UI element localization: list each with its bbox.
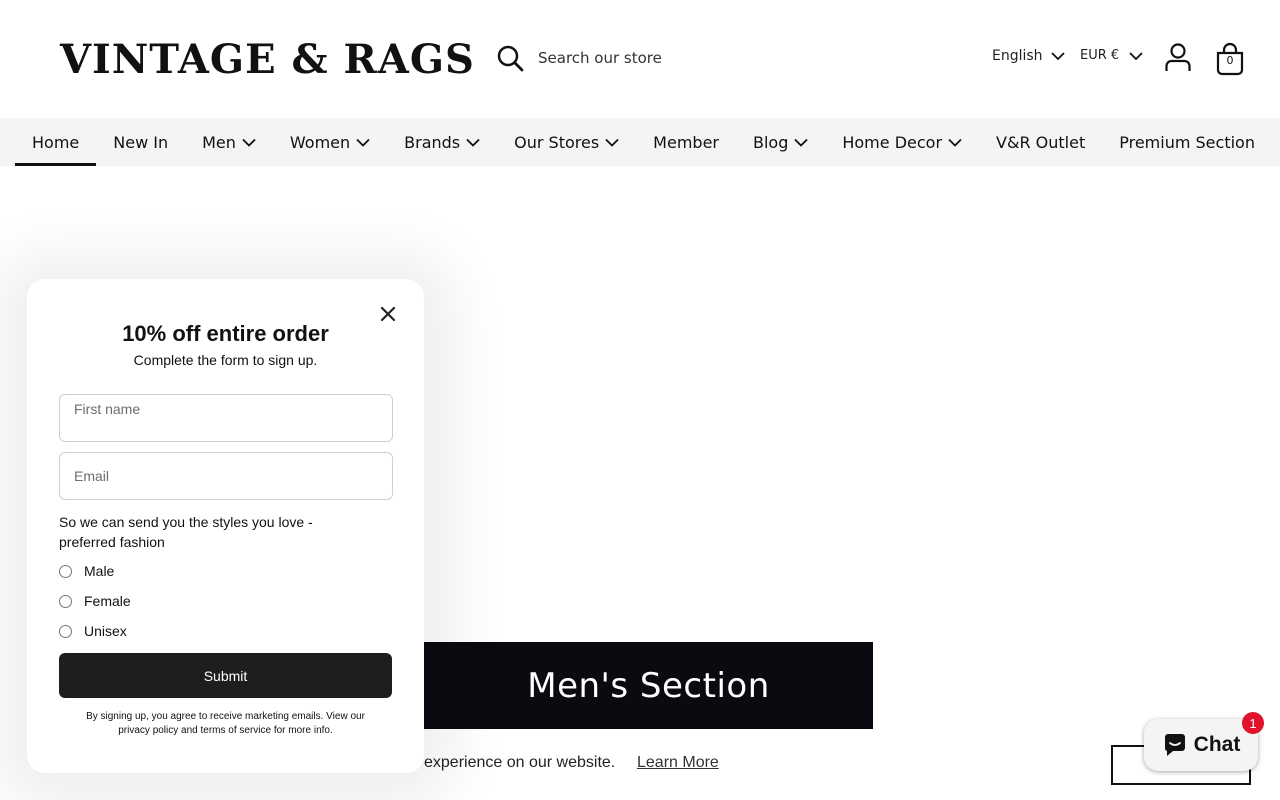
nav-item-vr-outlet[interactable]: V&R Outlet — [979, 118, 1102, 166]
chevron-down-icon — [1050, 52, 1065, 61]
radio-option-unisex[interactable]: Unisex — [59, 623, 127, 639]
search-icon[interactable] — [496, 44, 524, 72]
cart-button[interactable]: 0 — [1214, 42, 1246, 76]
radio-option-male[interactable]: Male — [59, 563, 114, 579]
signup-popup: 10% off entire order Complete the form t… — [27, 279, 424, 773]
language-selector[interactable]: English — [992, 48, 1065, 64]
site-header: VINTAGE & RAGS English EUR € 0 — [0, 0, 1280, 118]
nav-item-member[interactable]: Member — [636, 118, 736, 166]
nav-item-new-in[interactable]: New In — [96, 118, 185, 166]
chevron-down-icon — [356, 138, 370, 147]
radio-male[interactable] — [59, 564, 72, 578]
nav-label: New In — [113, 132, 169, 152]
nav-label: Brands — [404, 132, 461, 152]
first-name-field[interactable] — [59, 394, 393, 442]
hero-caption-text: Men's Section — [527, 665, 770, 706]
chat-label: Chat — [1193, 733, 1241, 756]
currency-selector[interactable]: EUR € — [1080, 48, 1143, 63]
account-icon[interactable] — [1164, 42, 1192, 72]
chat-notification-badge: 1 — [1242, 712, 1264, 734]
nav-item-brands[interactable]: Brands — [387, 118, 497, 166]
nav-item-women[interactable]: Women — [273, 118, 387, 166]
chevron-down-icon — [466, 138, 480, 147]
submit-button[interactable]: Submit — [59, 653, 392, 698]
chevron-down-icon — [242, 138, 256, 147]
currency-label: EUR € — [1080, 48, 1120, 63]
popup-subtitle: Complete the form to sign up. — [133, 352, 318, 368]
cookie-learn-more-link[interactable]: Learn More — [637, 754, 719, 772]
nav-label: Blog — [752, 132, 789, 152]
cookie-notice-text: experience on our website. — [424, 754, 616, 771]
cart-count: 0 — [1226, 54, 1234, 67]
chevron-down-icon — [948, 138, 962, 147]
radio-female[interactable] — [59, 594, 72, 608]
main-navigation: Home New In Men Women Brands Our Stores … — [0, 118, 1280, 166]
chevron-down-icon — [605, 138, 619, 147]
store-logo[interactable]: VINTAGE & RAGS — [60, 36, 475, 83]
nav-label: Men — [202, 132, 236, 152]
search-input[interactable] — [538, 44, 918, 72]
nav-item-men[interactable]: Men — [185, 118, 273, 166]
nav-item-premium-section[interactable]: Premium Section — [1102, 118, 1272, 166]
radio-label: Female — [84, 593, 131, 609]
hero-caption[interactable]: Men's Section — [424, 642, 873, 729]
nav-item-home[interactable]: Home — [15, 118, 97, 166]
radio-label: Male — [84, 563, 115, 579]
preference-label: So we can send you the styles you love -… — [59, 514, 313, 550]
nav-label: Our Stores — [514, 132, 600, 152]
radio-unisex[interactable] — [59, 624, 72, 638]
radio-label: Unisex — [84, 623, 127, 639]
chat-bubble-icon — [1164, 734, 1185, 756]
nav-label: Premium Section — [1119, 132, 1255, 152]
chat-button[interactable]: Chat — [1144, 719, 1258, 771]
popup-title: 10% off entire order — [122, 321, 329, 346]
radio-option-female[interactable]: Female — [59, 593, 131, 609]
nav-label: Home Decor — [842, 132, 943, 152]
signup-disclaimer: By signing up, you agree to receive mark… — [86, 711, 365, 736]
chevron-down-icon — [794, 138, 808, 147]
nav-item-home-decor[interactable]: Home Decor — [825, 118, 979, 166]
language-label: English — [992, 48, 1043, 64]
email-field[interactable] — [59, 452, 393, 500]
chevron-down-icon — [1129, 51, 1143, 60]
nav-item-blog[interactable]: Blog — [736, 118, 825, 166]
nav-item-our-stores[interactable]: Our Stores — [497, 118, 636, 166]
nav-label: Home — [32, 132, 80, 152]
nav-label: V&R Outlet — [996, 132, 1086, 152]
nav-label: Member — [653, 132, 719, 152]
nav-label: Women — [289, 132, 351, 152]
